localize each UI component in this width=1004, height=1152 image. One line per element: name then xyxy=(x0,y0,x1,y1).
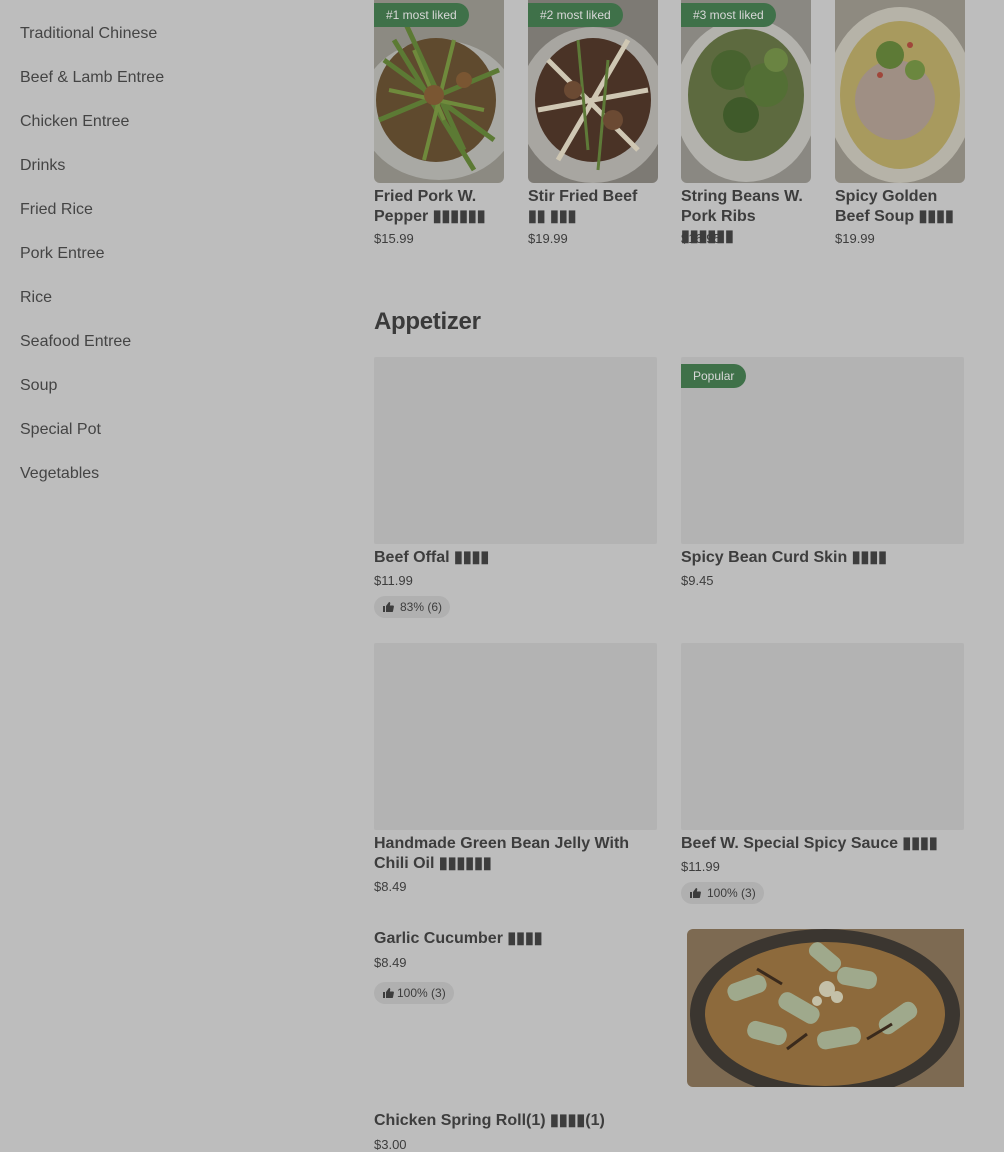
dish-photo xyxy=(528,0,658,183)
most-liked-badge: #3 most liked xyxy=(681,3,776,27)
dish-name: Stir Fried Beef ▮▮ ▮▮▮ xyxy=(528,188,638,225)
thumbs-up-icon xyxy=(690,888,701,898)
menu-item-card[interactable]: Handmade Green Bean Jelly With Chili Oil… xyxy=(374,643,657,903)
sidebar-item-drinks[interactable]: Drinks xyxy=(20,156,65,176)
dish-photo-placeholder xyxy=(681,643,964,830)
sidebar-item-special-pot[interactable]: Special Pot xyxy=(20,420,101,440)
popular-badge: Popular xyxy=(681,364,747,388)
dish-price: $16.95 xyxy=(681,231,721,246)
menu-item-card[interactable]: Chicken Spring Roll(1) ▮▮▮▮(1) $3.00 xyxy=(374,1110,657,1152)
sidebar-item-rice[interactable]: Rice xyxy=(20,288,52,308)
sidebar-item-vegetables[interactable]: Vegetables xyxy=(20,464,99,484)
menu-item-card[interactable]: Beef W. Special Spicy Sauce ▮▮▮▮ $11.99 … xyxy=(681,643,964,908)
dish-photo xyxy=(681,0,811,183)
dish-name: Chicken Spring Roll(1) ▮▮▮▮(1) xyxy=(374,1112,605,1129)
menu-item-card[interactable]: Beef Offal ▮▮▮▮ $11.99 83% (6) xyxy=(374,357,657,622)
dish-name: Garlic Cucumber ▮▮▮▮ xyxy=(374,930,543,947)
dish-photo-placeholder xyxy=(374,357,657,544)
dish-name: Beef W. Special Spicy Sauce ▮▮▮▮ xyxy=(681,835,938,852)
dish-name: Fried Pork W. Pepper ▮▮▮▮▮▮ xyxy=(374,188,486,225)
dish-photo xyxy=(374,0,504,183)
most-liked-badge: #2 most liked xyxy=(528,3,623,27)
dish-photo xyxy=(687,929,964,1087)
section-title-appetizer: Appetizer xyxy=(374,308,481,335)
dish-photo xyxy=(835,0,965,183)
dish-price: $15.99 xyxy=(374,231,414,246)
dish-price: $3.00 xyxy=(374,1137,407,1152)
dish-name: Handmade Green Bean Jelly With Chili Oil… xyxy=(374,835,630,872)
dish-price: $11.99 xyxy=(681,859,720,874)
dish-price: $9.45 xyxy=(681,573,714,588)
sidebar-item-soup[interactable]: Soup xyxy=(20,376,57,396)
dish-photo-placeholder xyxy=(374,643,657,830)
dish-price: $19.99 xyxy=(835,231,875,246)
rating-badge: 100% (3) xyxy=(681,882,764,904)
most-liked-badge: #1 most liked xyxy=(374,3,469,27)
sidebar-item-seafood-entree[interactable]: Seafood Entree xyxy=(20,332,131,352)
rating-text: 100% (3) xyxy=(707,886,756,900)
sidebar-item-fried-rice[interactable]: Fried Rice xyxy=(20,200,93,220)
dish-name: Spicy Golden Beef Soup ▮▮▮▮ xyxy=(835,188,954,225)
dish-name: Spicy Bean Curd Skin ▮▮▮▮ xyxy=(681,549,887,566)
sidebar-item-pork-entree[interactable]: Pork Entree xyxy=(20,244,104,264)
menu-item-card[interactable]: Popular Spicy Bean Curd Skin ▮▮▮▮ $9.45 xyxy=(681,357,964,597)
dish-price: $8.49 xyxy=(374,879,407,894)
rating-badge: 83% (6) xyxy=(374,596,451,618)
dish-price: $19.99 xyxy=(528,231,568,246)
rating-badge: 100% (3) xyxy=(374,982,454,1004)
dish-price: $11.99 xyxy=(374,573,413,588)
rating-text: 83% (6) xyxy=(400,600,443,614)
thumbs-up-icon xyxy=(383,602,394,612)
dish-name: Beef Offal ▮▮▮▮ xyxy=(374,549,490,566)
sidebar-item-chicken-entree[interactable]: Chicken Entree xyxy=(20,112,129,132)
rating-text: 100% (3) xyxy=(397,986,446,1000)
dish-price: $8.49 xyxy=(374,955,407,970)
thumbs-up-icon xyxy=(383,988,394,998)
sidebar-item-traditional-chinese[interactable]: Traditional Chinese xyxy=(20,24,157,44)
sidebar-item-beef-lamb-entree[interactable]: Beef & Lamb Entree xyxy=(20,68,164,88)
